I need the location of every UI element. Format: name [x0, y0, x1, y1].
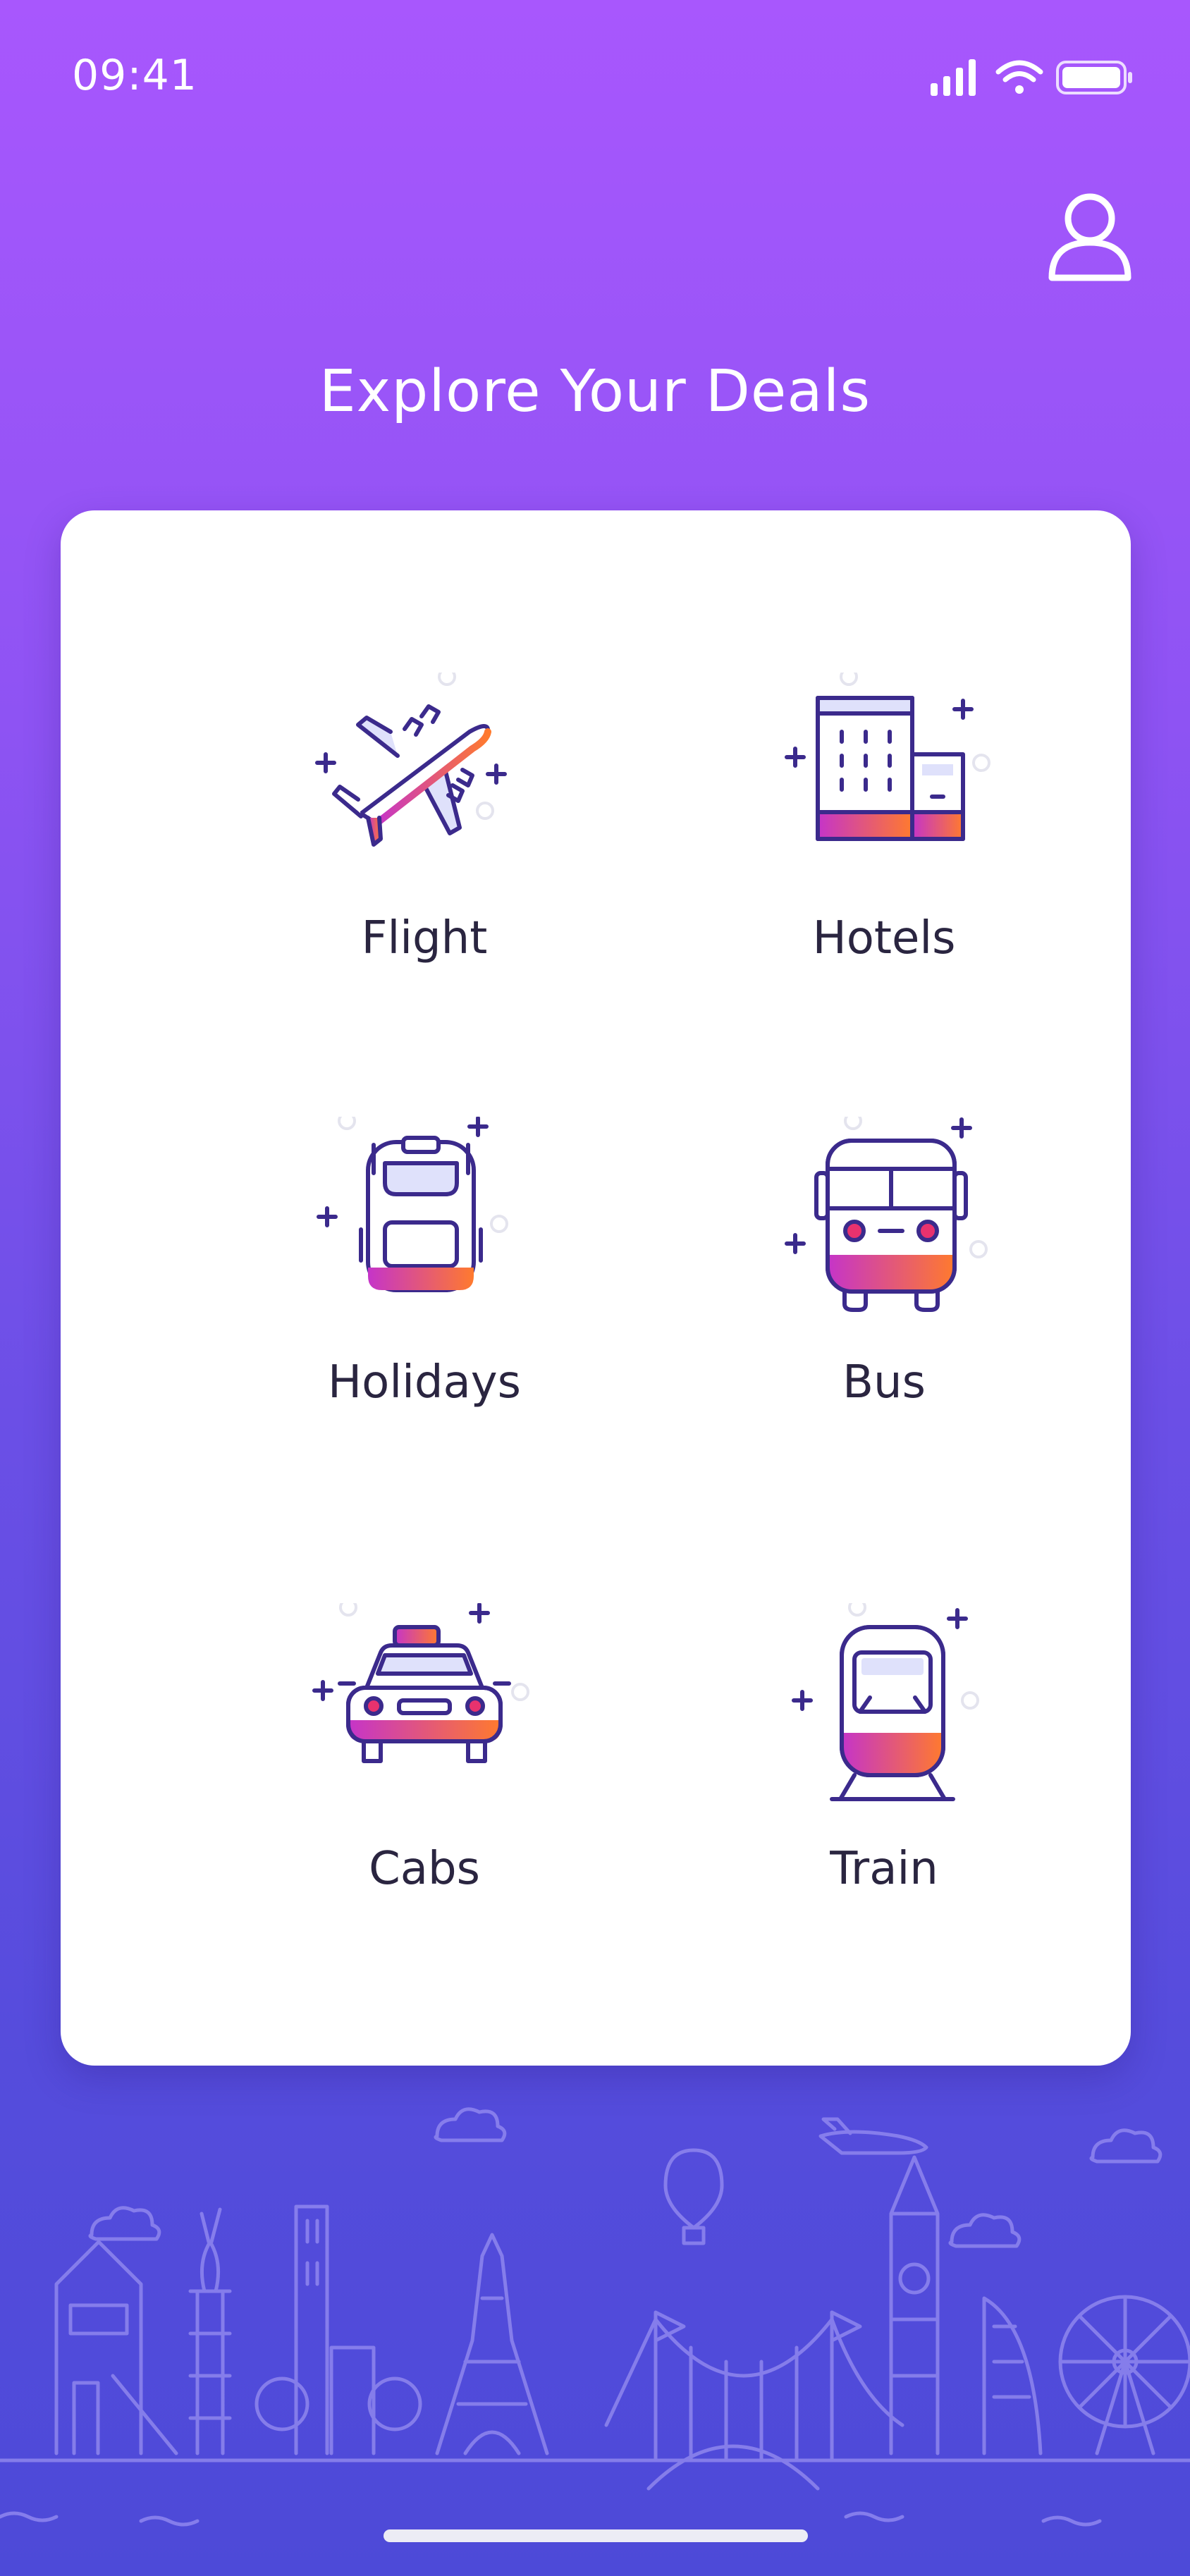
- category-flight[interactable]: Flight: [227, 673, 622, 964]
- status-time: 09:41: [72, 51, 197, 100]
- bus-icon: [785, 1117, 988, 1312]
- category-label: Train: [830, 1843, 938, 1895]
- category-label: Cabs: [369, 1843, 480, 1895]
- category-cabs[interactable]: Cabs: [227, 1603, 622, 1895]
- city-skyline-illustration: [0, 2107, 1190, 2527]
- home-indicator[interactable]: [384, 2529, 808, 2542]
- category-bus[interactable]: Bus: [687, 1117, 1081, 1409]
- status-icons: [931, 58, 1135, 100]
- category-holidays[interactable]: Holidays: [227, 1117, 622, 1409]
- category-label: Holidays: [328, 1356, 521, 1409]
- taxi-icon: [312, 1603, 529, 1763]
- category-label: Hotels: [812, 912, 956, 964]
- category-label: Flight: [361, 912, 488, 964]
- train-icon: [792, 1603, 979, 1801]
- deals-card: Flight Hotels Holidays Bus Cabs Train: [61, 510, 1131, 2066]
- category-hotels[interactable]: Hotels: [687, 673, 1081, 964]
- backpack-icon: [317, 1117, 508, 1292]
- category-train[interactable]: Train: [687, 1603, 1081, 1895]
- page-title: Explore Your Deals: [319, 358, 871, 425]
- wifi-icon: [995, 60, 1043, 94]
- hotel-icon: [785, 673, 990, 841]
- airplane-icon: [315, 673, 507, 847]
- battery-icon: [1056, 61, 1132, 94]
- user-icon: [1048, 193, 1131, 281]
- cellular-signal-icon: [931, 59, 976, 96]
- profile-button[interactable]: [1046, 192, 1134, 283]
- status-bar: 09:41: [0, 0, 1190, 162]
- category-label: Bus: [842, 1356, 926, 1409]
